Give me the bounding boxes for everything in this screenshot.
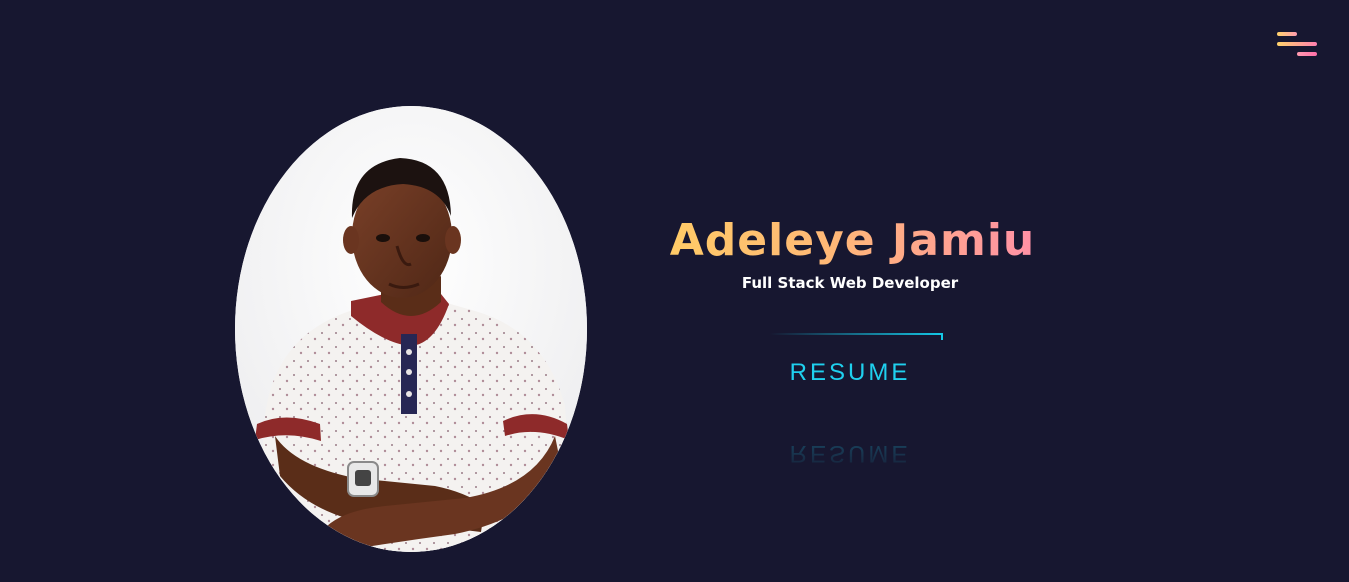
menu-line-top	[1277, 32, 1297, 36]
profile-photo-illustration	[235, 106, 587, 552]
profile-photo	[235, 106, 587, 552]
resume-line-tick	[941, 333, 943, 340]
resume-button[interactable]: RESUME	[760, 356, 940, 390]
resume-reflection: RESUME	[789, 440, 911, 467]
hamburger-menu-icon[interactable]	[1274, 28, 1320, 60]
menu-line-middle	[1277, 42, 1317, 46]
hero-role: Full Stack Web Developer	[741, 274, 959, 292]
hero-name: Adeleye Jamiu	[660, 210, 1045, 272]
resume-top-line	[770, 333, 943, 335]
page: Adeleye Jamiu Full Stack Web Developer R…	[0, 0, 1349, 582]
menu-line-bottom	[1297, 52, 1317, 56]
